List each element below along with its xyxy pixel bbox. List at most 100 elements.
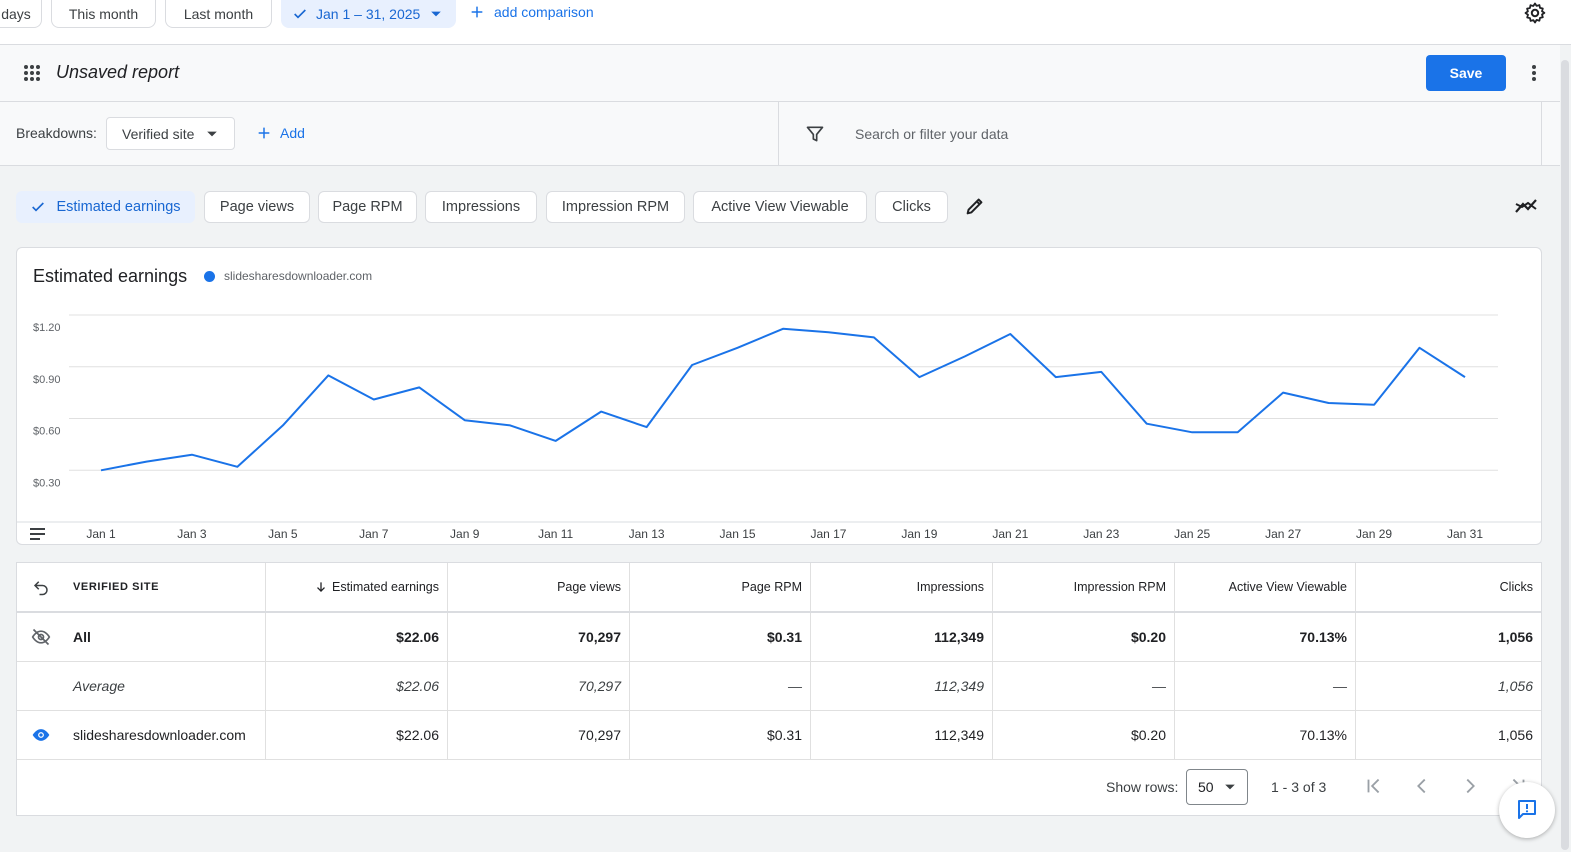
more-vert-icon[interactable] [1524, 63, 1544, 83]
filter-icon[interactable] [805, 124, 825, 144]
x-tick-label: Jan 21 [992, 527, 1028, 541]
cell: 70,297 [448, 711, 630, 759]
save-button[interactable]: Save [1426, 55, 1506, 91]
x-tick-label: Jan 7 [359, 527, 389, 541]
column-header-label: Impressions [916, 580, 984, 594]
row-label: Average [17, 662, 266, 710]
metric-chip-impressions[interactable]: Impressions [425, 191, 537, 223]
table-row: Average $22.06 70,297 — 112,349 — — 1,05… [17, 662, 1541, 711]
table-pagination: Show rows: 50 1 - 3 of 3 [17, 759, 1541, 815]
x-tick-label: Jan 27 [1265, 527, 1301, 541]
x-tick-label: Jan 29 [1356, 527, 1392, 541]
show-rows-label: Show rows: [1106, 779, 1179, 795]
cell: $0.20 [993, 613, 1175, 661]
x-tick-label: Jan 1 [86, 527, 116, 541]
line-chart: $1.20 $0.90 $0.60 $0.30 Jan 1 Jan 3 Jan 5 Jan 7… [17, 314, 1541, 541]
metric-chip-label: Impression RPM [561, 199, 670, 215]
chart-type-icon[interactable] [1514, 196, 1538, 216]
x-tick-label: Jan 15 [720, 527, 756, 541]
apps-grid-icon[interactable] [23, 64, 41, 82]
add-comparison-link[interactable]: add comparison [469, 4, 594, 20]
date-chip-this-month[interactable]: This month [51, 0, 156, 28]
x-tick-label: Jan 19 [901, 527, 937, 541]
header-impressions[interactable]: Impressions [811, 563, 993, 611]
cell: 70,297 [448, 613, 630, 661]
header-page-views[interactable]: Page views [448, 563, 630, 611]
header-clicks[interactable]: Clicks [1356, 563, 1541, 611]
edit-pencil-icon[interactable] [964, 195, 986, 217]
previous-page-icon[interactable] [1411, 775, 1433, 797]
series-line[interactable] [100, 327, 1466, 472]
table-row: slidesharesdownloader.com $22.06 70,297 … [17, 711, 1541, 760]
gear-icon[interactable] [1523, 1, 1547, 25]
x-tick-label: Jan 5 [268, 527, 298, 541]
report-table: VERIFIED SITE Estimated earnings Page vi… [16, 562, 1542, 816]
metric-selector: Estimated earnings Page views Page RPM I… [0, 166, 1560, 246]
report-header: Unsaved report Save [0, 45, 1560, 102]
rows-per-page-select[interactable]: 50 [1186, 769, 1248, 805]
metric-chip-impression-rpm[interactable]: Impression RPM [546, 191, 685, 223]
scrollbar-thumb[interactable] [1561, 60, 1569, 850]
cell: 112,349 [811, 711, 993, 759]
metric-chip-page-views[interactable]: Page views [204, 191, 310, 223]
cell: 1,056 [1497, 629, 1533, 645]
filter-bar: Breakdowns: Verified site Add Search or … [0, 102, 1560, 166]
date-chip-label: Last month [183, 5, 254, 22]
cell: $22.06 [266, 711, 448, 759]
search-filter-input[interactable]: Search or filter your data [855, 126, 1008, 142]
undo-icon[interactable] [31, 578, 51, 596]
breakdown-value: Verified site [122, 125, 195, 142]
add-breakdown-label: Add [280, 125, 305, 141]
metric-chip-label: Page views [219, 199, 295, 215]
x-tick-label: Jan 17 [810, 527, 846, 541]
cell: $22.06 [266, 613, 448, 661]
column-header-label: Active View Viewable [1228, 580, 1347, 594]
first-page-icon[interactable] [1363, 775, 1385, 797]
cell: 70,297 [448, 662, 630, 710]
page-title[interactable]: Unsaved report [56, 62, 179, 83]
chart-card: Estimated earnings slidesharesdownloader… [16, 247, 1542, 545]
date-chip-last-month[interactable]: Last month [165, 0, 272, 28]
metric-chip-active-view-viewable[interactable]: Active View Viewable [693, 191, 867, 223]
header-estimated-earnings[interactable]: Estimated earnings [266, 563, 448, 611]
row-label: slidesharesdownloader.com [73, 727, 246, 743]
date-range-label: Jan 1 – 31, 2025 [316, 5, 421, 22]
header-page-rpm[interactable]: Page RPM [630, 563, 811, 611]
header-active-view-viewable[interactable]: Active View Viewable [1175, 563, 1356, 611]
date-range-bar: days This month Last month Jan 1 – 31, 2… [0, 0, 1571, 45]
plus-icon [471, 6, 483, 18]
cell: 112,349 [811, 662, 993, 710]
column-header-label: Clicks [1499, 580, 1533, 594]
date-chip-days[interactable]: days [0, 0, 42, 28]
next-page-icon[interactable] [1459, 775, 1481, 797]
header-impression-rpm[interactable]: Impression RPM [993, 563, 1175, 611]
feedback-button[interactable] [1499, 782, 1555, 838]
metric-chip-page-rpm[interactable]: Page RPM [318, 191, 417, 223]
feedback-icon [1518, 800, 1536, 819]
x-tick-label: Jan 31 [1447, 527, 1483, 541]
date-chip-label: This month [68, 5, 139, 22]
caret-down-icon [431, 11, 442, 16]
cell: $0.31 [630, 613, 811, 661]
row-label-cell: slidesharesdownloader.com [17, 711, 266, 759]
metric-chip-estimated-earnings[interactable]: Estimated earnings [16, 191, 195, 223]
visibility-icon[interactable] [29, 725, 53, 745]
header-verified-site[interactable]: VERIFIED SITE [17, 563, 266, 611]
y-tick-label: $1.20 [33, 322, 61, 334]
y-tick-label: $0.90 [33, 374, 61, 386]
cell: — [630, 662, 811, 710]
add-comparison-label: add comparison [494, 4, 594, 20]
date-range-selector[interactable]: Jan 1 – 31, 2025 [281, 0, 456, 28]
metric-chip-clicks[interactable]: Clicks [875, 191, 948, 223]
divider [778, 102, 779, 166]
breakdown-dropdown[interactable]: Verified site [106, 117, 235, 150]
table-row: All $22.06 70,297 $0.31 112,349 $0.20 70… [17, 613, 1541, 662]
add-breakdown-button[interactable]: Add [256, 125, 305, 141]
cell: 1,056 [1497, 727, 1533, 743]
divider [1541, 102, 1542, 166]
y-tick-label: $0.30 [33, 477, 61, 489]
table-toggle-icon[interactable] [30, 528, 45, 540]
y-tick-label: $0.60 [33, 426, 61, 438]
visibility-off-icon[interactable] [29, 627, 53, 647]
cell: 70.13% [1175, 711, 1356, 759]
